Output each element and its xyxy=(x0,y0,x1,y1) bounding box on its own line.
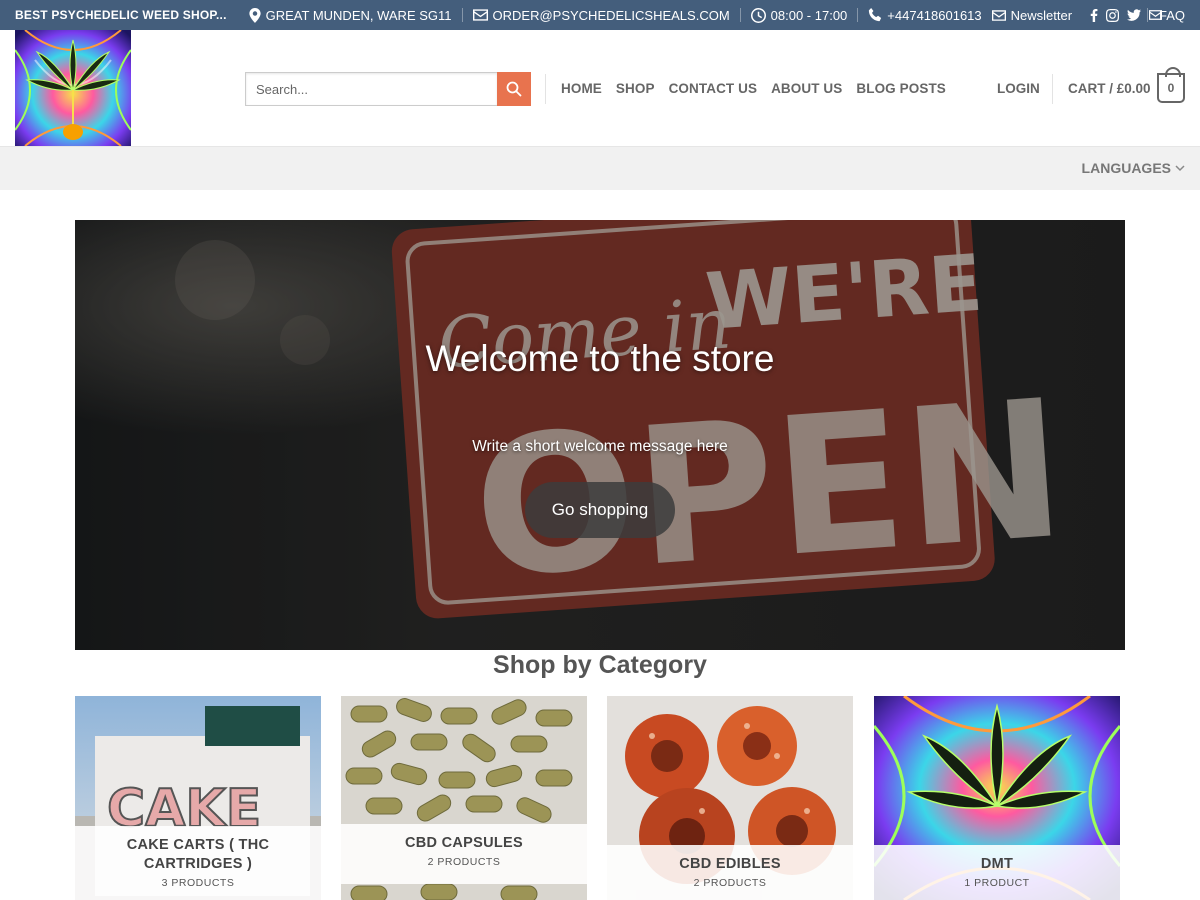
go-shopping-button[interactable]: Go shopping xyxy=(525,482,675,538)
site-tagline[interactable]: BEST PSYCHEDELIC WEED SHOP... xyxy=(0,8,239,22)
search-icon xyxy=(506,81,522,97)
category-count: 3 PRODUCTS xyxy=(161,877,235,889)
nav-blog-posts[interactable]: BLOG POSTS xyxy=(856,81,946,96)
category-count: 2 PRODUCTS xyxy=(427,856,501,868)
open-sign-background: Come in WE'RE OPEN xyxy=(75,220,1125,650)
chevron-down-icon xyxy=(1175,164,1185,171)
site-logo[interactable] xyxy=(15,30,131,146)
hours-text: 08:00 - 17:00 xyxy=(770,7,848,23)
login-link[interactable]: LOGIN xyxy=(997,81,1040,96)
category-card-cbd-capsules[interactable]: CBD CAPSULES 2 PRODUCTS xyxy=(341,696,587,900)
map-pin-icon xyxy=(249,7,261,23)
faq-link[interactable]: FAQ xyxy=(1159,8,1185,23)
category-caption: DMT 1 PRODUCT xyxy=(874,845,1120,900)
clock-icon xyxy=(750,7,766,23)
newsletter-link[interactable]: Newsletter xyxy=(991,7,1082,23)
category-name: CBD CAPSULES xyxy=(405,835,523,851)
site-header: HOME SHOP CONTACT US ABOUT US BLOG POSTS… xyxy=(0,30,1200,146)
social-icons xyxy=(1090,8,1163,22)
hero-subtitle: Write a short welcome message here xyxy=(472,438,728,455)
category-card-cbd-edibles[interactable]: CBD EDIBLES 2 PRODUCTS xyxy=(607,696,853,900)
instagram-icon[interactable] xyxy=(1106,8,1120,22)
search-form xyxy=(245,72,531,106)
phone-link[interactable]: +447418601613 xyxy=(858,8,991,23)
category-caption: CAKE CARTS ( THC CARTRIDGES ) 3 PRODUCTS xyxy=(75,826,321,900)
main-nav: HOME SHOP CONTACT US ABOUT US BLOG POSTS xyxy=(561,81,946,96)
category-count: 2 PRODUCTS xyxy=(693,877,767,889)
hero-title: Welcome to the store xyxy=(425,338,775,379)
category-caption: CBD EDIBLES 2 PRODUCTS xyxy=(607,845,853,900)
languages-dropdown[interactable]: LANGUAGES xyxy=(1082,160,1185,176)
category-name: DMT xyxy=(980,856,1014,872)
category-name: CBD EDIBLES xyxy=(679,856,781,872)
location-link[interactable]: GREAT MUNDEN, WARE SG11 xyxy=(239,7,462,23)
facebook-icon[interactable] xyxy=(1090,8,1098,22)
psychedelic-leaf-logo xyxy=(15,30,131,146)
envelope-icon xyxy=(472,9,488,21)
category-card-dmt[interactable]: DMT 1 PRODUCT xyxy=(874,696,1120,900)
cart-link[interactable]: CART / £0.00 xyxy=(1068,81,1151,96)
email-link[interactable]: ORDER@PSYCHEDELICSHEALS.COM xyxy=(463,8,740,23)
shop-by-category-title: Shop by Category xyxy=(493,651,707,679)
nav-contact-us[interactable]: CONTACT US xyxy=(669,81,758,96)
cart-count: 0 xyxy=(1167,81,1175,95)
languages-label: LANGUAGES xyxy=(1081,160,1171,176)
newsletter-envelope-icon xyxy=(991,9,1006,21)
email-text: ORDER@PSYCHEDELICSHEALS.COM xyxy=(492,7,730,23)
twitter-icon[interactable] xyxy=(1127,9,1142,21)
category-caption: CBD CAPSULES 2 PRODUCTS xyxy=(341,824,587,884)
newsletter-text: Newsletter xyxy=(1010,7,1073,23)
phone-icon xyxy=(869,8,882,22)
nav-shop[interactable]: SHOP xyxy=(616,81,655,96)
hours-info: 08:00 - 17:00 xyxy=(741,7,858,23)
search-input[interactable] xyxy=(245,72,497,106)
top-bar: BEST PSYCHEDELIC WEED SHOP... GREAT MUND… xyxy=(0,0,1200,30)
hero-banner: Come in WE'RE OPEN Welcome to the store … xyxy=(75,220,1125,650)
search-button[interactable] xyxy=(497,72,531,106)
nav-about-us[interactable]: ABOUT US xyxy=(771,81,842,96)
category-count: 1 PRODUCT xyxy=(964,877,1030,889)
category-name: CAKE CARTS ( THC CARTRIDGES ) xyxy=(126,837,270,872)
category-card-cake-carts[interactable]: CAKE CAKE CARTS ( THC CARTRIDGES ) 3 PRO… xyxy=(75,696,321,900)
phone-text: +447418601613 xyxy=(887,7,982,23)
location-text: GREAT MUNDEN, WARE SG11 xyxy=(265,7,452,23)
cart-bag-icon[interactable]: 0 xyxy=(1157,67,1185,103)
secondary-nav-bar: LANGUAGES xyxy=(0,146,1200,190)
nav-home[interactable]: HOME xyxy=(561,81,602,96)
